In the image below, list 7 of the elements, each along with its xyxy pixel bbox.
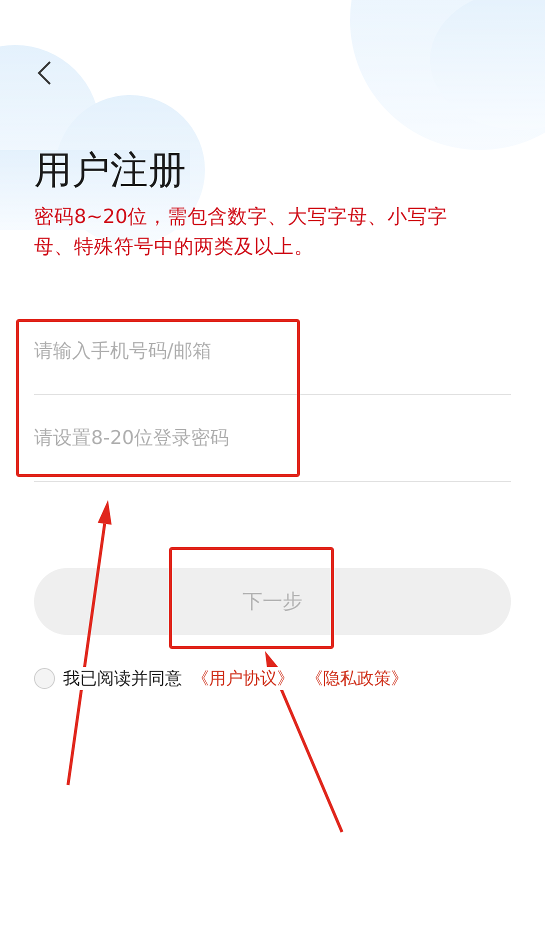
page-title: 用户注册 — [34, 147, 187, 194]
input-field[interactable]: 请设置8-20位登录密码 — [34, 395, 511, 482]
agree-radio[interactable] — [34, 668, 55, 689]
agree-text: 我已阅读并同意 — [63, 667, 182, 690]
back-icon — [36, 60, 52, 86]
password-hint: 密码8~20位，需包含数字、大写字母、小写字母、特殊符号中的两类及以上。 — [34, 204, 449, 260]
input-field[interactable]: 请输入手机号码/邮箱 — [34, 308, 511, 395]
